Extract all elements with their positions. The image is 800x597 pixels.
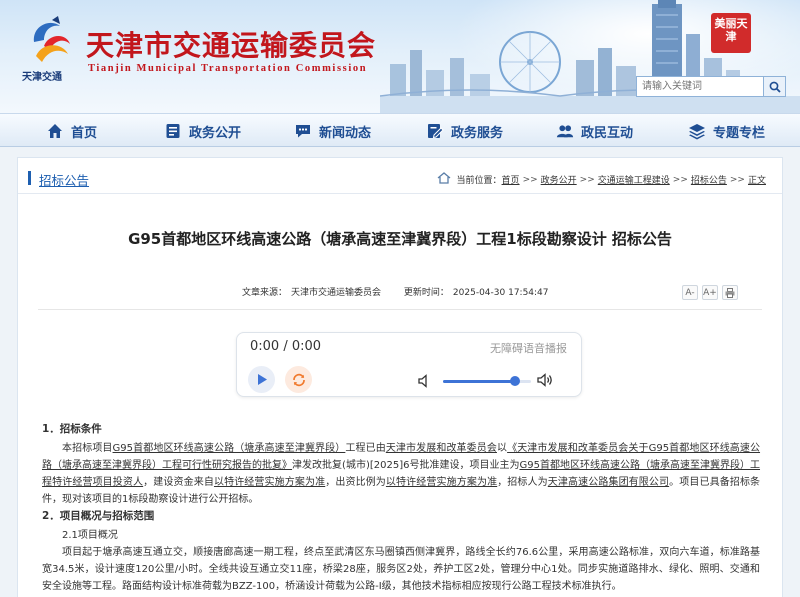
nav-label: 专题专栏 bbox=[713, 125, 766, 141]
search-box bbox=[636, 76, 786, 97]
nav-interaction[interactable]: 政民互动 bbox=[556, 114, 633, 148]
text: 以 bbox=[496, 443, 508, 454]
paragraph: 项目起于塘承高速互通立交，顺接唐廊高速一期工程，终点至武清区东马圈镇西侧津冀界，… bbox=[42, 547, 760, 592]
article-updated: 2025-04-30 17:54:47 bbox=[452, 288, 549, 298]
breadcrumb-current[interactable]: 正文 bbox=[748, 173, 766, 186]
breadcrumb-tender[interactable]: 招标公告 bbox=[691, 173, 727, 186]
book-icon bbox=[164, 122, 182, 140]
print-button[interactable] bbox=[722, 285, 738, 300]
nav-label: 政民互动 bbox=[581, 125, 634, 141]
divider bbox=[38, 309, 762, 310]
breadcrumb-gov-open[interactable]: 政务公开 bbox=[541, 173, 577, 186]
section-heading: 1．招标条件 bbox=[42, 423, 102, 435]
site-title: 天津市交通运输委员会 bbox=[86, 29, 377, 62]
site-header: 天津交通 天津市交通运输委员会 Tianjin Municipal Transp… bbox=[0, 0, 800, 113]
text: 津发改批复(城市)[2025]6号批准建设，项目业主为 bbox=[292, 460, 520, 471]
people-icon bbox=[556, 122, 574, 140]
approver: 天津市发展和改革委员会 bbox=[385, 443, 497, 454]
loop-button[interactable] bbox=[285, 366, 312, 393]
tenderer: 天津高速公路集团有限公司 bbox=[547, 477, 670, 488]
nav-label: 政务公开 bbox=[189, 125, 242, 141]
home-icon bbox=[437, 172, 451, 187]
source-label: 文章来源： bbox=[242, 288, 288, 298]
volume-slider[interactable] bbox=[443, 376, 531, 386]
main-nav: 首页 政务公开 新闻动态 政务服务 政民互动 专题专栏 bbox=[0, 113, 800, 147]
text: ，出资比例为 bbox=[325, 477, 386, 488]
nav-label: 政务服务 bbox=[451, 125, 504, 141]
home-icon bbox=[46, 122, 64, 140]
audio-player: 0:00 / 0:00 无障碍语音播报 bbox=[236, 332, 582, 397]
paragraph: 本招标项目G95首都地区环线高速公路（塘承高速至津冀界段）工程已由天津市发展和改… bbox=[42, 440, 760, 508]
article-source: 天津市交通运输委员会 bbox=[291, 288, 382, 298]
project-name: G95首都地区环线高速公路（塘承高速至津冀界段） bbox=[112, 443, 346, 454]
breadcrumb-sep: >> bbox=[672, 174, 688, 185]
chat-icon bbox=[294, 122, 312, 140]
volume-high-icon[interactable] bbox=[537, 372, 553, 391]
font-tools: A- A+ bbox=[682, 285, 738, 300]
nav-gov-open[interactable]: 政务公开 bbox=[164, 114, 241, 148]
nav-news[interactable]: 新闻动态 bbox=[294, 114, 371, 148]
breadcrumb-sep: >> bbox=[522, 174, 538, 185]
breadcrumb-sep: >> bbox=[729, 174, 745, 185]
breadcrumb-prefix: 当前位置： bbox=[456, 176, 502, 186]
volume-fill bbox=[443, 380, 516, 383]
play-icon bbox=[257, 374, 267, 385]
volume-low-icon[interactable] bbox=[418, 373, 430, 392]
article-title: G95首都地区环线高速公路（塘承高速至津冀界段）工程1标段勘察设计 招标公告 bbox=[128, 230, 672, 248]
beautiful-tianjin-seal: 美丽天津 bbox=[711, 13, 751, 53]
article-meta: 文章来源： 天津市交通运输委员会 更新时间： 2025-04-30 17:54:47 bbox=[242, 285, 553, 298]
layers-icon bbox=[688, 122, 706, 140]
section-link[interactable]: 招标公告 bbox=[39, 170, 89, 189]
play-button[interactable] bbox=[248, 366, 275, 393]
search-button[interactable] bbox=[763, 77, 785, 96]
search-icon bbox=[769, 81, 781, 93]
nav-gov-service[interactable]: 政务服务 bbox=[426, 114, 503, 148]
breadcrumb-sep: >> bbox=[579, 174, 595, 185]
text: ，招标人为 bbox=[497, 477, 548, 488]
search-input[interactable] bbox=[637, 77, 763, 96]
nav-label: 新闻动态 bbox=[319, 125, 372, 141]
print-icon bbox=[725, 287, 735, 298]
breadcrumb-bar: 招标公告 当前位置： 首页 >> 政务公开 >> 交通运输工程建设 >> 招标公… bbox=[18, 158, 782, 194]
font-decrease-button[interactable]: A- bbox=[682, 285, 698, 300]
volume-knob[interactable] bbox=[510, 376, 521, 386]
section-marker bbox=[28, 171, 31, 185]
breadcrumb: 当前位置： 首页 >> 政务公开 >> 交通运输工程建设 >> 招标公告 >> … bbox=[437, 172, 766, 187]
breadcrumb-home[interactable]: 首页 bbox=[502, 173, 520, 186]
player-label: 无障碍语音播报 bbox=[490, 342, 567, 355]
logo-caption: 天津交通 bbox=[22, 72, 62, 83]
edit-icon bbox=[426, 122, 444, 140]
site-subtitle: Tianjin Municipal Transportation Commiss… bbox=[88, 63, 368, 74]
breadcrumb-construction[interactable]: 交通运输工程建设 bbox=[598, 173, 670, 186]
funding-ratio: 以特许经营实施方案为准 bbox=[385, 477, 498, 488]
font-increase-button[interactable]: A+ bbox=[702, 285, 718, 300]
text: 工程已由 bbox=[345, 443, 386, 454]
subsection-heading: 2.1项目概况 bbox=[62, 530, 118, 541]
player-time: 0:00 / 0:00 bbox=[250, 339, 322, 354]
nav-label: 首页 bbox=[71, 125, 98, 141]
text: ，建设资金来自 bbox=[143, 477, 214, 488]
section-heading: 2．项目概况与招标范围 bbox=[42, 510, 155, 522]
funding-source: 以特许经营实施方案为准 bbox=[213, 477, 326, 488]
content-card: 招标公告 当前位置： 首页 >> 政务公开 >> 交通运输工程建设 >> 招标公… bbox=[17, 157, 783, 597]
nav-topics[interactable]: 专题专栏 bbox=[688, 114, 765, 148]
loop-icon bbox=[292, 373, 305, 386]
updated-label: 更新时间： bbox=[403, 288, 449, 298]
text: 本招标项目 bbox=[62, 443, 113, 454]
article-body: 1．招标条件 本招标项目G95首都地区环线高速公路（塘承高速至津冀界段）工程已由… bbox=[42, 421, 760, 595]
nav-home[interactable]: 首页 bbox=[46, 114, 97, 148]
